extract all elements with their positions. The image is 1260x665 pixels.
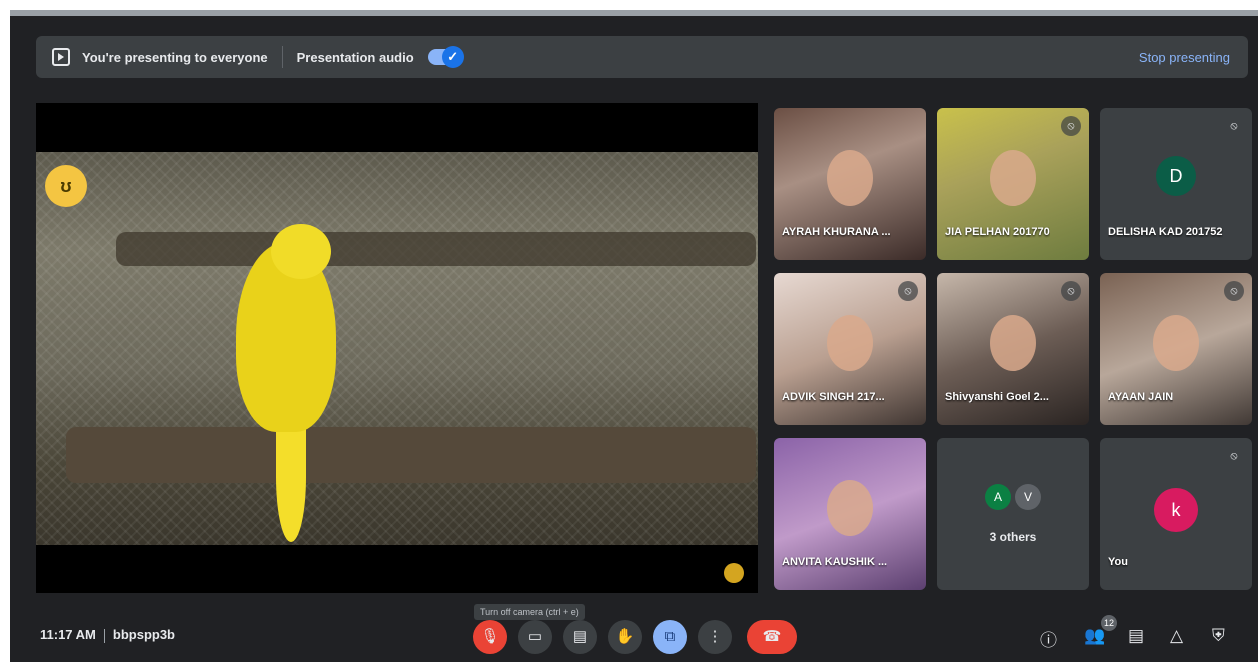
meeting-code: bbpspp3b bbox=[112, 627, 175, 642]
chat-icon[interactable]: ▤ bbox=[1128, 626, 1144, 646]
banner-divider bbox=[281, 46, 283, 68]
meeting-window: You're presenting to everyone Presentati… bbox=[10, 10, 1258, 662]
camera-tooltip: Turn off camera (ctrl + e) bbox=[474, 604, 585, 620]
participant-tile[interactable]: ⦸ ADVIK SINGH 217... bbox=[774, 273, 926, 425]
school-logo-icon: ʊ bbox=[45, 165, 87, 207]
hand-icon: ✋ bbox=[615, 628, 635, 645]
current-time: 11:17 AM bbox=[40, 627, 96, 642]
avatar: k bbox=[1154, 488, 1198, 532]
more-vert-icon: ⋮ bbox=[707, 628, 723, 645]
present-screen-icon bbox=[52, 48, 70, 66]
participant-video bbox=[990, 314, 1036, 371]
participant-video bbox=[827, 479, 873, 536]
stop-presenting-button[interactable]: Stop presenting bbox=[1139, 50, 1230, 65]
self-tile[interactable]: ⦸ k You bbox=[1100, 438, 1252, 590]
participant-video bbox=[827, 149, 873, 206]
participant-video bbox=[827, 314, 873, 371]
others-tile[interactable]: A V 3 others bbox=[937, 438, 1089, 590]
presentation-audio-label: Presentation audio bbox=[296, 49, 414, 65]
small-logo-icon bbox=[724, 563, 744, 583]
participant-name: DELISHA KAD 201752 bbox=[1108, 226, 1223, 238]
participant-video bbox=[1153, 314, 1199, 371]
mesh-texture bbox=[36, 152, 758, 545]
host-controls-icon[interactable]: ⛨ bbox=[1212, 626, 1225, 646]
participant-name: You bbox=[1108, 556, 1128, 568]
presenting-banner: You're presenting to everyone Presentati… bbox=[36, 36, 1248, 78]
branch-upper bbox=[116, 232, 756, 266]
camera-toggle-button[interactable]: ▭ bbox=[518, 620, 552, 654]
participant-tile[interactable]: ⦸ Shivyanshi Goel 2... bbox=[937, 273, 1089, 425]
mic-off-icon: ⦸ bbox=[1230, 450, 1238, 462]
participant-name: Shivyanshi Goel 2... bbox=[945, 391, 1049, 403]
leave-call-button[interactable]: ☎ bbox=[747, 620, 797, 654]
mic-off-icon: ⦸ bbox=[898, 281, 918, 301]
participant-name: ADVIK SINGH 217... bbox=[782, 391, 885, 403]
participant-tile[interactable]: ANVITA KAUSHIK ... bbox=[774, 438, 926, 590]
participant-name: AYAAN JAIN bbox=[1108, 391, 1174, 403]
shared-screen: ʊ bbox=[36, 103, 758, 593]
participant-name: JIA PELHAN 201770 bbox=[945, 226, 1050, 238]
captions-icon: ▤ bbox=[572, 628, 588, 645]
participant-tile[interactable]: AYRAH KHURANA ... bbox=[774, 108, 926, 260]
activities-icon[interactable]: △ bbox=[1170, 626, 1183, 646]
participant-tile[interactable]: ⦸ D DELISHA KAD 201752 bbox=[1100, 108, 1252, 260]
info-icon[interactable]: ⓘ bbox=[1040, 626, 1057, 651]
present-button[interactable]: ⧉ bbox=[653, 620, 687, 654]
mic-off-icon: ⦸ bbox=[1061, 116, 1081, 136]
mic-off-icon: ⦸ bbox=[1224, 281, 1244, 301]
present-icon: ⧉ bbox=[664, 628, 676, 645]
hang-up-icon: ☎ bbox=[762, 628, 782, 645]
mic-off-icon: 🎙 bbox=[480, 628, 500, 645]
branch-lower bbox=[66, 427, 756, 483]
others-label: 3 others bbox=[989, 530, 1037, 544]
more-options-button[interactable]: ⋮ bbox=[698, 620, 732, 654]
others-avatars: A V bbox=[985, 484, 1041, 510]
presenting-text: You're presenting to everyone bbox=[82, 49, 268, 65]
participant-video bbox=[990, 149, 1036, 206]
captions-button[interactable]: ▤ bbox=[563, 620, 597, 654]
people-count-badge: 12 bbox=[1101, 615, 1117, 631]
check-icon: ✓ bbox=[441, 46, 464, 68]
mic-off-icon: ⦸ bbox=[1061, 281, 1081, 301]
mic-off-icon: ⦸ bbox=[1230, 120, 1238, 132]
raise-hand-button[interactable]: ✋ bbox=[608, 620, 642, 654]
participant-tile[interactable]: ⦸ JIA PELHAN 201770 bbox=[937, 108, 1089, 260]
avatar: D bbox=[1156, 156, 1196, 196]
avatar: V bbox=[1015, 484, 1041, 510]
avatar: A bbox=[985, 484, 1011, 510]
participant-name: ANVITA KAUSHIK ... bbox=[782, 556, 888, 568]
camera-icon: ▭ bbox=[527, 628, 543, 645]
meeting-info: 11:17 AM bbpspp3b bbox=[40, 627, 175, 643]
people-icon[interactable]: 👥 bbox=[1084, 626, 1105, 646]
bird-head bbox=[271, 224, 331, 279]
presentation-audio-toggle[interactable]: ✓ bbox=[427, 46, 464, 68]
divider bbox=[103, 628, 105, 643]
presentation-video: ʊ bbox=[36, 152, 758, 545]
bottom-bar: 11:17 AM bbpspp3b Turn off camera (ctrl +… bbox=[10, 604, 1258, 662]
mic-toggle-button[interactable]: 🎙 bbox=[473, 620, 507, 654]
participant-name: AYRAH KHURANA ... bbox=[782, 226, 891, 238]
participant-tile[interactable]: ⦸ AYAAN JAIN bbox=[1100, 273, 1252, 425]
